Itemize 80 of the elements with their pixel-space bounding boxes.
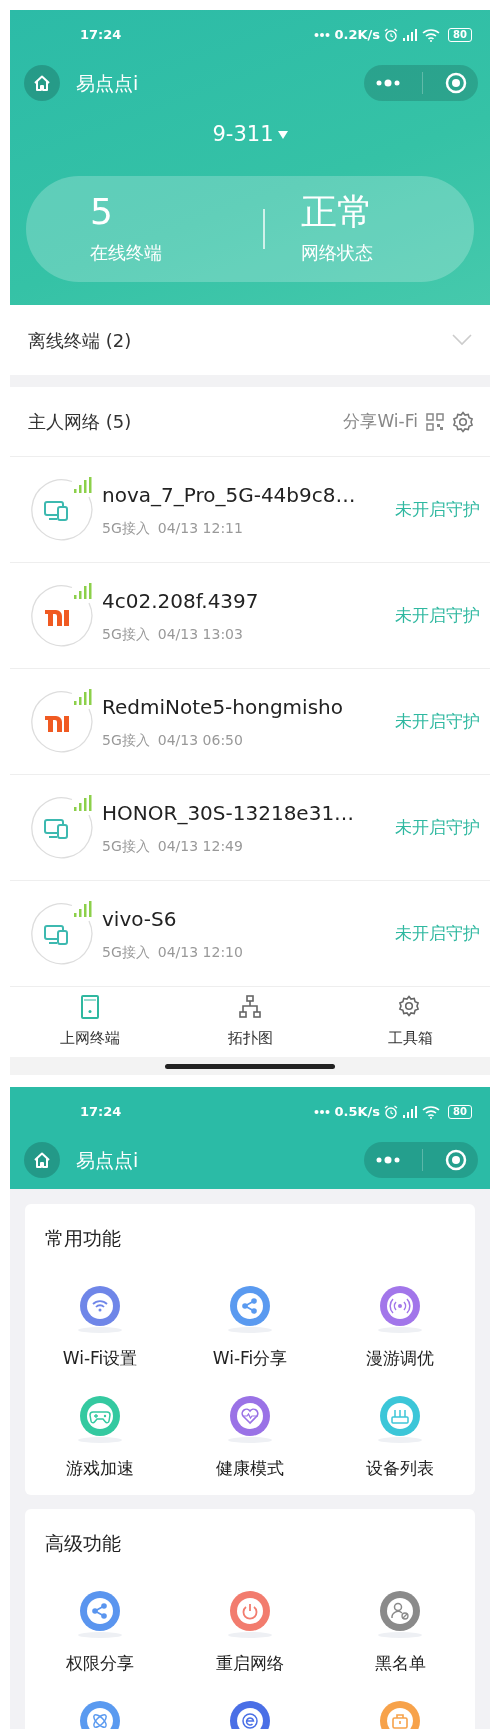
cellular-signal-icon [402, 28, 419, 42]
feature-label[interactable]: 设备列表 [366, 1455, 434, 1481]
access-type: 5G接入 [102, 837, 150, 856]
connect-time: 04/13 06:50 [157, 731, 243, 750]
stat-value: 正常 [301, 191, 374, 232]
close-icon[interactable] [445, 72, 468, 94]
close-icon[interactable] [445, 1149, 468, 1171]
feature-label[interactable]: 权限分享 [66, 1651, 134, 1677]
offline-devices-row[interactable]: 离线终端 (2) [10, 305, 490, 375]
feature-label[interactable]: 漫游调优 [366, 1346, 434, 1372]
device-name: HONOR_30S-13218e31… [102, 800, 356, 827]
home-icon [33, 74, 51, 92]
more-icon[interactable] [374, 1156, 401, 1164]
home-button[interactable] [24, 1142, 60, 1178]
bottom-tab[interactable]: 工具箱 [330, 987, 490, 1057]
access-type: 5G接入 [102, 519, 150, 538]
phone-icon[interactable] [78, 994, 102, 1019]
status-time: 17:24 [80, 26, 122, 45]
alarm-icon [384, 28, 399, 42]
device-row[interactable]: RedmiNote5-hongmisho 5G接入 04/13 06:50 未开启守护 [10, 669, 490, 775]
status-time: 17:24 [80, 1103, 122, 1122]
settings-icon[interactable] [398, 994, 422, 1019]
alarm-icon [384, 1105, 399, 1119]
connect-time: 04/13 12:11 [157, 519, 243, 538]
home-button[interactable] [24, 65, 60, 101]
battery-level: 80 [448, 1105, 472, 1119]
app-title: 易点点i [76, 1147, 139, 1173]
stat-value: 5 [90, 191, 114, 232]
battery-level: 80 [448, 28, 472, 42]
bottom-tab[interactable]: 拓扑图 [170, 987, 330, 1057]
device-name: nova_7_Pro_5G-44b9c8… [102, 482, 357, 509]
device-row[interactable]: HONOR_30S-13218e31… 5G接入 04/13 12:49 未开启守护 [10, 775, 490, 881]
device-row[interactable]: vivo-S6 5G接入 04/13 12:10 未开启守护 [10, 881, 490, 987]
connect-time: 04/13 12:10 [157, 943, 243, 962]
connect-time: 04/13 12:49 [157, 837, 243, 856]
settings-icon[interactable] [452, 410, 474, 433]
device-name: vivo-S6 [102, 906, 178, 933]
feature-label[interactable]: 健康模式 [216, 1455, 284, 1481]
device-name: RedmiNote5-hongmisho [102, 694, 344, 721]
home-icon [33, 1151, 51, 1169]
feature-label[interactable]: Wi-Fi设置 [62, 1346, 138, 1372]
feature-label[interactable]: Wi-Fi分享 [212, 1346, 288, 1372]
app-title: 易点点i [76, 70, 139, 96]
device-avatar-icon [28, 794, 94, 861]
device-avatar-icon [28, 900, 94, 967]
wifi-icon [422, 28, 441, 42]
device-row[interactable]: 4c02.208f.4397 5G接入 04/13 13:03 未开启守护 [10, 563, 490, 669]
access-type: 5G接入 [102, 625, 150, 644]
share-wifi-link[interactable]: 分享Wi-Fi [343, 408, 418, 435]
offline-label: 离线终端 (2) [28, 328, 132, 353]
qr-code-icon[interactable] [426, 412, 444, 431]
stat-label: 在线终端 [90, 241, 163, 266]
network-title: 主人网络 (5) [28, 410, 132, 434]
feature-label[interactable]: 黑名单 [374, 1651, 426, 1677]
device-avatar-icon [28, 688, 94, 755]
network-speed: 0.5K/s [334, 1103, 381, 1122]
device-name: 4c02.208f.4397 [102, 588, 260, 615]
network-speed: 0.2K/s [334, 26, 381, 45]
feature-label[interactable]: 重启网络 [216, 1651, 284, 1677]
bottom-tab[interactable]: 上网终端 [10, 987, 170, 1057]
feature-label[interactable]: 游戏加速 [66, 1455, 134, 1481]
wifi-icon [422, 1105, 441, 1119]
connect-time: 04/13 13:03 [157, 625, 243, 644]
stat-label: 网络状态 [301, 241, 374, 266]
topology-icon[interactable] [238, 994, 262, 1019]
caret-icon[interactable] [277, 131, 288, 139]
cellular-signal-icon [402, 1105, 419, 1119]
notification-dots-icon [314, 1109, 331, 1115]
home-indicator[interactable] [165, 1063, 335, 1069]
access-type: 5G接入 [102, 731, 150, 750]
device-row[interactable]: nova_7_Pro_5G-44b9c8… 5G接入 04/13 12:11 未开启守护 [10, 457, 490, 563]
access-type: 5G接入 [102, 943, 150, 962]
more-icon[interactable] [374, 79, 401, 87]
notification-dots-icon [314, 32, 331, 38]
device-avatar-icon [28, 476, 94, 543]
section-title: 高级功能 [44, 1531, 122, 1556]
section-title: 常用功能 [44, 1226, 122, 1251]
device-avatar-icon [28, 582, 94, 649]
capsule-menu[interactable] [364, 65, 478, 101]
capsule-menu[interactable] [364, 1142, 478, 1178]
